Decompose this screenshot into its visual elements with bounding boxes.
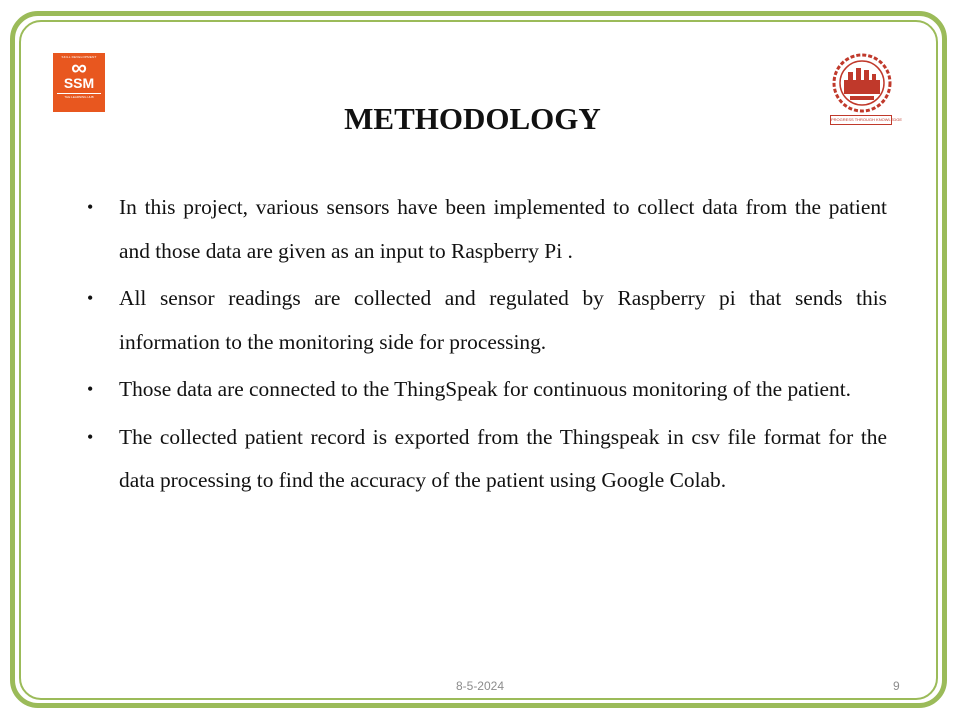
slide-title: METHODOLOGY <box>344 101 601 136</box>
bullet-item: • All sensor readings are collected and … <box>82 277 887 364</box>
footer-date: 8-5-2024 <box>455 679 505 693</box>
bullet-item: • In this project, various sensors have … <box>82 186 887 273</box>
page-number: 9 <box>893 679 900 693</box>
bullet-dot: • <box>87 288 94 308</box>
bullet-dot: • <box>87 197 94 217</box>
bullet-item: • Those data are connected to the ThingS… <box>82 368 887 412</box>
bullet-dot: • <box>87 426 94 447</box>
bullet-dot: • <box>87 379 94 399</box>
bullet-item: • The collected patient record is export… <box>82 416 887 503</box>
bullet-list: • In this project, various sensors have … <box>82 186 887 507</box>
infinity-icon: ∞ <box>71 55 87 80</box>
